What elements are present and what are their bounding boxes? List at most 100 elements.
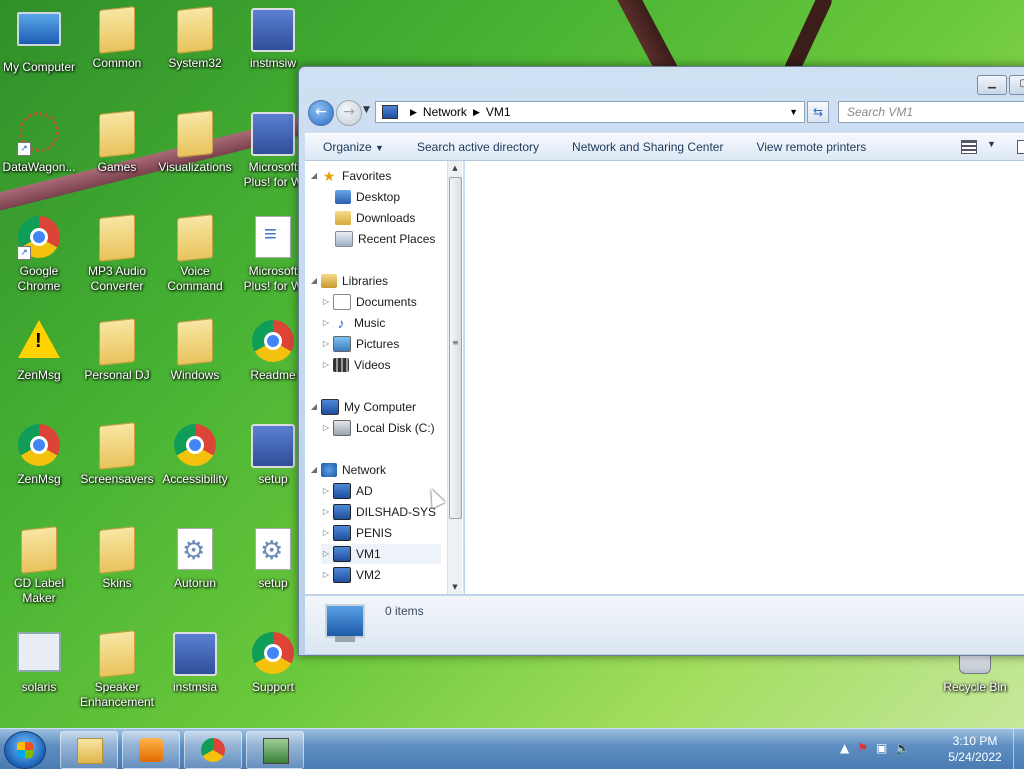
downloads-icon (335, 211, 351, 225)
desktop-icon-recycle-bin[interactable]: Recycle Bin (936, 650, 1014, 695)
desktop-icon-accessibility[interactable]: Accessibility (156, 424, 234, 487)
computer-icon (17, 12, 61, 46)
tree-desktop[interactable]: Desktop (335, 187, 400, 207)
show-desktop-button[interactable] (1013, 729, 1024, 769)
file-list-area[interactable] (465, 161, 1024, 594)
desktop-icon-my-computer[interactable]: My Computer (0, 8, 78, 75)
tree-dilshad-sys[interactable]: ▷ DILSHAD-SYS (321, 502, 436, 522)
desktop-icon-personal-dj[interactable]: Personal DJ (78, 318, 156, 383)
tree-vm1[interactable]: ▷ VM1 (321, 544, 441, 564)
collapse-icon[interactable]: ◢ (309, 271, 319, 291)
tree-documents[interactable]: ▷ Documents (321, 292, 417, 312)
tree-penis[interactable]: ▷ PENIS (321, 523, 392, 543)
action-center-flag-icon[interactable]: ⚑ (857, 741, 868, 755)
taskbar-clock[interactable]: 3:10 PM 5/24/2022 (940, 733, 1010, 765)
maximize-button[interactable]: ▢ (1009, 75, 1024, 95)
desktop-icon-speaker-enhancement[interactable]: Speaker Enhancement (78, 630, 156, 710)
expand-icon[interactable]: ▷ (321, 544, 331, 564)
desktop-icon-zenmsg-2[interactable]: ZenMsg (0, 424, 78, 487)
tree-libraries[interactable]: ◢ Libraries (309, 271, 388, 291)
tree-music[interactable]: ▷ ♪ Music (321, 313, 385, 333)
tree-favorites[interactable]: ◢ ★ Favorites (309, 166, 391, 186)
window-controls: ▁ ▢ (975, 75, 1024, 95)
desktop-icon-cd-label-maker[interactable]: CD Label Maker (0, 526, 78, 606)
documents-icon (333, 294, 351, 310)
scroll-up-icon[interactable]: ▲ (448, 161, 462, 175)
taskbar-explorer-button[interactable] (60, 731, 118, 769)
desktop-icon-windows[interactable]: Windows (156, 318, 234, 383)
collapse-icon[interactable]: ◢ (309, 397, 319, 417)
view-remote-printers-button[interactable]: View remote printers (738, 140, 881, 154)
tree-ad[interactable]: ▷ AD (321, 481, 373, 501)
desktop-icon-instmsiw[interactable]: instmsiw (234, 8, 312, 71)
expand-icon[interactable]: ▷ (321, 502, 331, 522)
expand-icon[interactable]: ▷ (321, 565, 331, 585)
taskbar-media-player-button[interactable] (122, 731, 180, 769)
organize-button[interactable]: Organize ▼ (305, 140, 399, 154)
folder-icon (177, 110, 213, 158)
volume-icon[interactable]: 🔈 (895, 741, 910, 755)
clock-time: 3:10 PM (952, 734, 998, 748)
folder-icon (177, 318, 213, 366)
expand-icon[interactable]: ▷ (321, 292, 331, 312)
tree-vm2[interactable]: ▷ VM2 (321, 565, 381, 585)
taskbar-program-button[interactable] (246, 731, 304, 769)
scroll-down-icon[interactable]: ▼ (448, 580, 462, 594)
tree-downloads[interactable]: Downloads (335, 208, 415, 228)
explorer-window[interactable]: ▁ ▢ ← → ▼ ▶ Network ▶ VM1 ▼ ⇆ Search VM1… (298, 66, 1024, 656)
nav-pane-scrollbar[interactable]: ▲ ≡ ▼ (447, 161, 462, 594)
desktop-icon-autorun[interactable]: Autorun (156, 528, 234, 591)
tree-local-disk[interactable]: ▷ Local Disk (C:) (321, 418, 435, 438)
network-sharing-center-button[interactable]: Network and Sharing Center (554, 140, 738, 154)
search-active-directory-button[interactable]: Search active directory (399, 140, 554, 154)
taskbar-chrome-button[interactable] (184, 731, 242, 769)
expand-icon[interactable]: ▷ (321, 355, 331, 375)
expand-icon[interactable]: ▷ (321, 334, 331, 354)
scrollbar-thumb[interactable]: ≡ (449, 177, 462, 519)
minimize-button[interactable]: ▁ (977, 75, 1007, 95)
desktop-icon-google-chrome[interactable]: ↗ Google Chrome (0, 216, 78, 294)
desktop-icon-common[interactable]: Common (78, 6, 156, 71)
chevron-right-icon[interactable]: ▶ (473, 107, 480, 118)
network-status-icon[interactable]: ▣ (876, 741, 887, 755)
tree-network[interactable]: ◢ Network (309, 460, 386, 480)
desktop-icon-datawagon[interactable]: ↗ DataWagon... (0, 112, 78, 175)
expand-icon[interactable]: ▷ (321, 481, 331, 501)
breadcrumb-vm1[interactable]: VM1 (486, 105, 511, 119)
desktop-icon-screensavers[interactable]: Screensavers (78, 422, 156, 487)
desktop-icon-visualizations[interactable]: Visualizations (156, 110, 234, 175)
expand-icon[interactable]: ▷ (321, 313, 331, 333)
address-dropdown-icon[interactable]: ▼ (789, 107, 798, 117)
tree-pictures[interactable]: ▷ Pictures (321, 334, 399, 354)
desktop-icon-games[interactable]: Games (78, 110, 156, 175)
desktop-icon-system32[interactable]: System32 (156, 6, 234, 71)
address-bar[interactable]: ▶ Network ▶ VM1 ▼ (375, 101, 805, 123)
breadcrumb-network[interactable]: Network (423, 105, 467, 119)
search-input[interactable]: Search VM1 (838, 101, 1024, 123)
back-button[interactable]: ← (308, 100, 334, 126)
pictures-icon (333, 336, 351, 352)
expand-icon[interactable]: ▷ (321, 418, 331, 438)
refresh-button[interactable]: ⇆ (807, 101, 829, 123)
recent-pages-dropdown-icon[interactable]: ▼ (363, 105, 370, 115)
desktop-icon-voice-command[interactable]: Voice Command (156, 214, 234, 294)
desktop-icon-solaris[interactable]: solaris (0, 632, 78, 695)
desktop-icon-mp3-audio-converter[interactable]: MP3 Audio Converter (78, 214, 156, 294)
desktop-icon-zenmsg[interactable]: ZenMsg (0, 320, 78, 383)
tree-recent-places[interactable]: Recent Places (335, 229, 435, 249)
desktop-icon-instmsia[interactable]: instmsia (156, 632, 234, 695)
forward-button[interactable]: → (336, 100, 362, 126)
tree-my-computer[interactable]: ◢ My Computer (309, 397, 416, 417)
collapse-icon[interactable]: ◢ (309, 166, 319, 186)
start-button[interactable] (4, 731, 46, 769)
show-hidden-icons-icon[interactable]: ▲ (840, 741, 849, 755)
expand-icon[interactable]: ▷ (321, 523, 331, 543)
library-icon (321, 274, 337, 288)
preview-pane-icon[interactable] (1017, 140, 1024, 154)
tree-videos[interactable]: ▷ Videos (321, 355, 390, 375)
desktop-icon-skins[interactable]: Skins (78, 526, 156, 591)
view-dropdown-icon[interactable]: ▼ (987, 139, 996, 149)
collapse-icon[interactable]: ◢ (309, 460, 319, 480)
chevron-right-icon[interactable]: ▶ (410, 107, 417, 118)
change-view-icon[interactable] (961, 140, 977, 154)
